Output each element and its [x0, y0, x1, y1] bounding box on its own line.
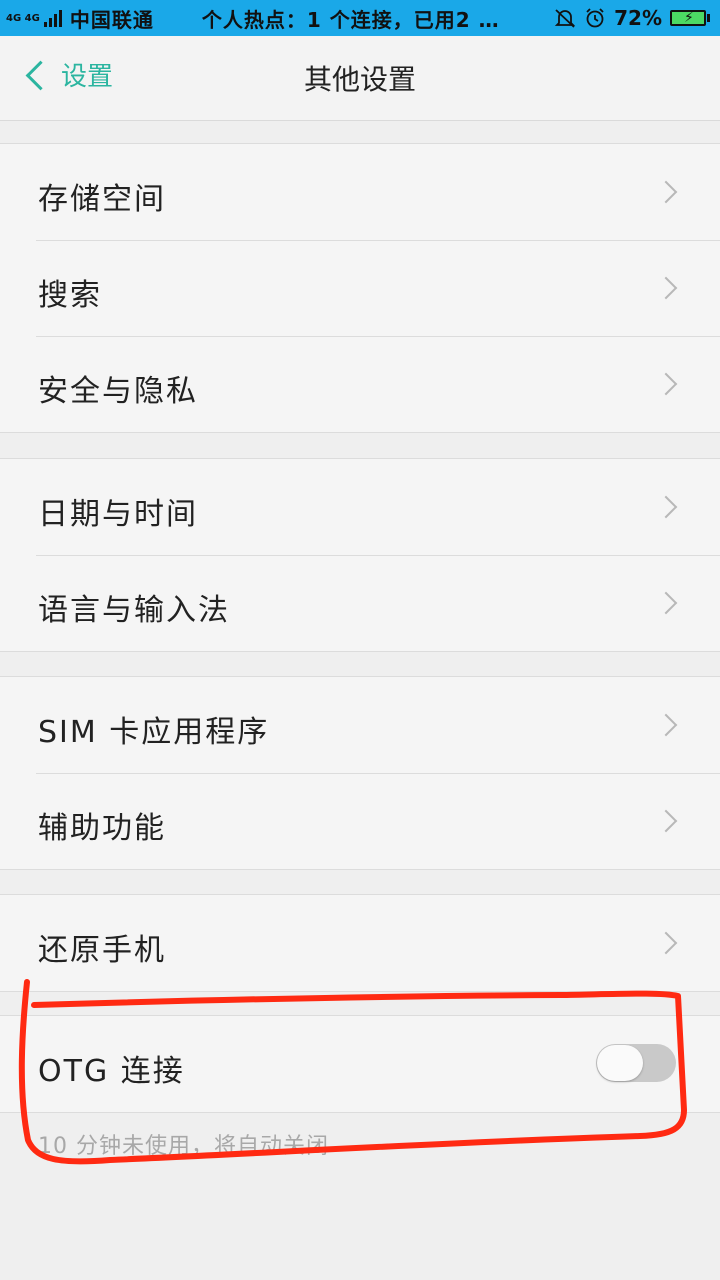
settings-item-label: 还原手机 — [38, 933, 166, 968]
settings-item-accessibility[interactable]: 辅助功能 — [0, 773, 720, 869]
chevron-right-icon — [654, 180, 678, 204]
toggle-knob — [597, 1045, 643, 1081]
settings-item-otg: OTG 连接 — [0, 1016, 720, 1112]
settings-item-date-time[interactable]: 日期与时间 — [0, 459, 720, 555]
signal-indicator: 4G 4G — [6, 9, 62, 27]
status-bar: 4G 4G 中国联通 个人热点：1 个连接，已用2 … 72% ⚡ — [0, 0, 720, 36]
battery-icon: ⚡ — [670, 10, 710, 26]
settings-item-label: 搜索 — [38, 278, 102, 313]
settings-item-language-input[interactable]: 语言与输入法 — [0, 555, 720, 651]
chevron-right-icon — [654, 495, 678, 519]
settings-group-sim-accessibility: SIM 卡应用程序 辅助功能 — [0, 676, 720, 870]
alarm-clock-icon — [586, 8, 604, 28]
carrier-name: 中国联通 — [69, 7, 154, 32]
chevron-right-icon — [654, 372, 678, 396]
settings-group-storage: 存储空间 搜索 安全与隐私 — [0, 143, 720, 433]
settings-item-security-privacy[interactable]: 安全与隐私 — [0, 336, 720, 432]
settings-item-sim-apps[interactable]: SIM 卡应用程序 — [0, 677, 720, 773]
settings-group-otg: OTG 连接 — [0, 1015, 720, 1113]
settings-item-label: 安全与隐私 — [38, 374, 198, 409]
otg-label: OTG 连接 — [38, 1054, 185, 1089]
settings-item-label: 日期与时间 — [38, 497, 198, 532]
settings-item-label: 辅助功能 — [38, 811, 166, 846]
settings-item-label: SIM 卡应用程序 — [38, 715, 270, 750]
page-title: 其他设置 — [303, 63, 416, 96]
settings-item-reset-phone[interactable]: 还原手机 — [0, 895, 720, 991]
hotspot-notification: 个人热点：1 个连接，已用2 … — [201, 7, 500, 32]
chevron-right-icon — [654, 276, 678, 300]
signal-bars-icon — [43, 9, 62, 27]
battery-percent: 72% — [614, 6, 662, 30]
settings-item-search[interactable]: 搜索 — [0, 240, 720, 336]
status-icons: 72% ⚡ — [554, 6, 710, 30]
title-bar: 设置 其他设置 — [0, 36, 720, 121]
chevron-right-icon — [654, 713, 678, 737]
otg-auto-off-note: 10 分钟未使用，将自动关闭 — [38, 1134, 329, 1159]
network-type: 4G 4G — [6, 12, 40, 24]
chevron-right-icon — [654, 931, 678, 955]
chevron-right-icon — [654, 591, 678, 615]
settings-group-reset: 还原手机 — [0, 894, 720, 992]
chevron-right-icon — [654, 809, 678, 833]
settings-item-storage[interactable]: 存储空间 — [0, 144, 720, 240]
settings-group-date-language: 日期与时间 语言与输入法 — [0, 458, 720, 652]
settings-item-label: 语言与输入法 — [38, 593, 230, 628]
otg-toggle-switch[interactable] — [596, 1044, 676, 1082]
settings-item-label: 存储空间 — [38, 182, 166, 217]
bell-muted-icon — [554, 9, 576, 28]
